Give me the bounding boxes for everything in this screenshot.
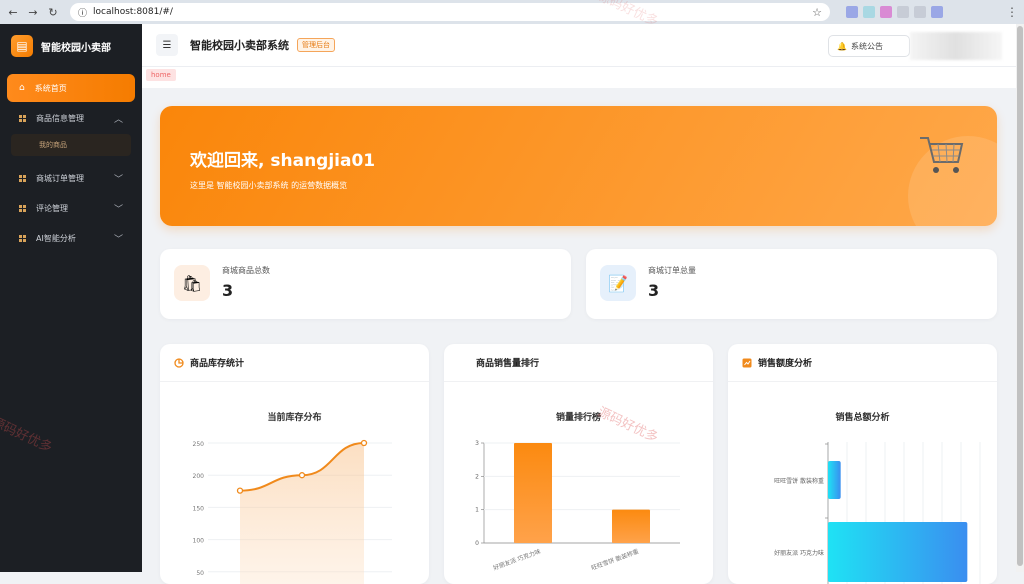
extension-icon[interactable]: [931, 6, 943, 18]
notice-label: 系统公告: [850, 41, 883, 51]
sidebar-item-ai[interactable]: AI智能分析 ﹀: [7, 224, 135, 252]
grid-icon: [19, 234, 26, 242]
extensions-area: [846, 6, 943, 18]
y-tick-label: 3: [475, 440, 479, 447]
tag-home[interactable]: home: [146, 69, 176, 81]
back-icon[interactable]: ←: [6, 6, 20, 19]
sidebar-item-label: 我的商品: [39, 141, 67, 149]
shopping-cart-icon: [920, 137, 964, 173]
y-tick-label: 100: [193, 538, 205, 545]
grid-icon: [19, 204, 26, 212]
bar: [828, 461, 841, 499]
sidebar-item-home[interactable]: ⌂ 系统首页: [7, 74, 135, 102]
extension-icon[interactable]: [863, 6, 875, 18]
stat-card-goods: 🛍 商城商品总数 3: [160, 249, 571, 319]
extension-icon[interactable]: [846, 6, 858, 18]
bar: [612, 509, 650, 543]
brand: ▤ 智能校园小卖部: [0, 24, 142, 68]
y-tick-label: 好丽友派 巧克力味: [774, 549, 824, 557]
reload-icon[interactable]: ↻: [46, 6, 60, 19]
user-profile[interactable]: [910, 32, 1002, 60]
revenue-hbar-chart: 旺旺雪饼 散装称重好丽友派 巧克力味: [774, 442, 981, 584]
y-tick-label: 2: [475, 473, 479, 480]
extension-icon[interactable]: [897, 6, 909, 18]
sidebar-item-label: 评论管理: [36, 203, 68, 213]
browser-toolbar: ← → ↻ ⓘ localhost:8081/#/ ☆ ⋮: [0, 0, 1024, 24]
chevron-down-icon: ﹀: [113, 234, 123, 245]
browser-menu-icon[interactable]: ⋮: [1006, 5, 1018, 19]
chevron-up-icon: ︿: [113, 114, 123, 125]
page-title: 智能校园小卖部系统: [190, 39, 289, 52]
extension-icon[interactable]: [914, 6, 926, 18]
y-tick-label: 0: [475, 540, 479, 547]
page-scrollbar[interactable]: [1016, 24, 1024, 572]
data-point: [236, 487, 244, 494]
sidebar-item-orders[interactable]: 商城订单管理 ﹀: [7, 164, 135, 192]
bell-icon: 🔔: [837, 41, 847, 51]
x-tick-label: 旺旺雪饼 散装称重: [590, 547, 640, 572]
sidebar-item-label: AI智能分析: [36, 233, 76, 243]
welcome-title: 欢迎回来, shangjia01: [190, 151, 376, 171]
shopping-bag-icon: 🛍: [174, 265, 210, 301]
chart-card-sales: 商品销售量排行 销量排行榜 0 1 2 3 好丽友派 巧克力味 旺旺雪饼 散装称重: [444, 344, 713, 584]
sidebar-item-label: 商品信息管理: [36, 113, 84, 123]
info-icon[interactable]: ⓘ: [78, 6, 87, 19]
x-tick-label: 好丽友派 巧克力味: [492, 547, 542, 572]
data-point: [298, 472, 306, 479]
role-badge: 管理后台: [297, 38, 335, 52]
sidebar: ▤ 智能校园小卖部 ⌂ 系统首页 商品信息管理 ︿ 我的商品 商城订单管理 ﹀ …: [0, 24, 142, 572]
welcome-banner: 欢迎回来, shangjia01 这里是 智能校园小卖部系统 的运营数据概览: [160, 106, 997, 226]
sidebar-item-goods[interactable]: 商品信息管理 ︿: [7, 104, 135, 132]
bookmark-star-icon[interactable]: ☆: [812, 6, 822, 19]
data-point: [360, 439, 368, 447]
address-bar[interactable]: ⓘ localhost:8081/#/ ☆: [70, 3, 830, 21]
area-fill: [240, 443, 364, 584]
stock-area-chart: 50 100 150 200 250: [193, 439, 392, 584]
y-tick-label: 200: [193, 473, 205, 480]
chevron-down-icon: ﹀: [113, 204, 123, 215]
top-header: ☰ 智能校园小卖部系统 管理后台 🔔 系统公告: [142, 24, 1024, 67]
stat-value: 3: [222, 281, 234, 300]
chart-card-revenue: 销售额度分析 销售总额分析 旺旺雪饼 散装称重 好丽友派 巧克力味: [728, 344, 997, 584]
stat-card-orders: 📝 商城订单总量 3: [586, 249, 997, 319]
y-tick-label: 250: [193, 441, 205, 448]
scrollbar-thumb[interactable]: [1017, 26, 1023, 566]
stat-value: 3: [648, 281, 660, 300]
sidebar-subitem-my-goods[interactable]: 我的商品: [11, 134, 131, 156]
home-icon: ⌂: [19, 83, 25, 93]
y-tick-label: 旺旺雪饼 散装称重: [774, 477, 824, 485]
forward-icon[interactable]: →: [26, 6, 40, 19]
stat-label: 商城商品总数: [222, 266, 270, 275]
memo-icon: 📝: [600, 265, 636, 301]
shop-logo-icon: ▤: [11, 35, 33, 57]
tag-bar: home: [142, 67, 1024, 88]
bar: [828, 522, 968, 582]
chevron-down-icon: ﹀: [113, 174, 123, 185]
grid-icon: [19, 114, 26, 122]
sales-bar-chart: 0 1 2 3 好丽友派 巧克力味 旺旺雪饼 散装称重: [475, 440, 680, 572]
sidebar-item-label: 商城订单管理: [36, 173, 84, 183]
notice-button[interactable]: 🔔 系统公告: [828, 35, 910, 57]
y-tick-label: 150: [193, 505, 205, 512]
welcome-subtitle: 这里是 智能校园小卖部系统 的运营数据概览: [190, 181, 348, 190]
brand-title: 智能校园小卖部: [41, 42, 111, 54]
url-text: localhost:8081/#/: [93, 7, 173, 17]
stat-label: 商城订单总量: [648, 266, 696, 275]
grid-icon: [19, 174, 26, 182]
menu-toggle-icon[interactable]: ☰: [156, 34, 178, 56]
y-tick-label: 1: [475, 507, 479, 514]
bar: [514, 443, 552, 543]
chart-card-stock: 商品库存统计 当前库存分布 50 100 150 200 250: [160, 344, 429, 584]
sidebar-item-comments[interactable]: 评论管理 ﹀: [7, 194, 135, 222]
y-tick-label: 50: [196, 570, 204, 577]
extension-icon[interactable]: [880, 6, 892, 18]
sidebar-item-label: 系统首页: [34, 83, 67, 93]
